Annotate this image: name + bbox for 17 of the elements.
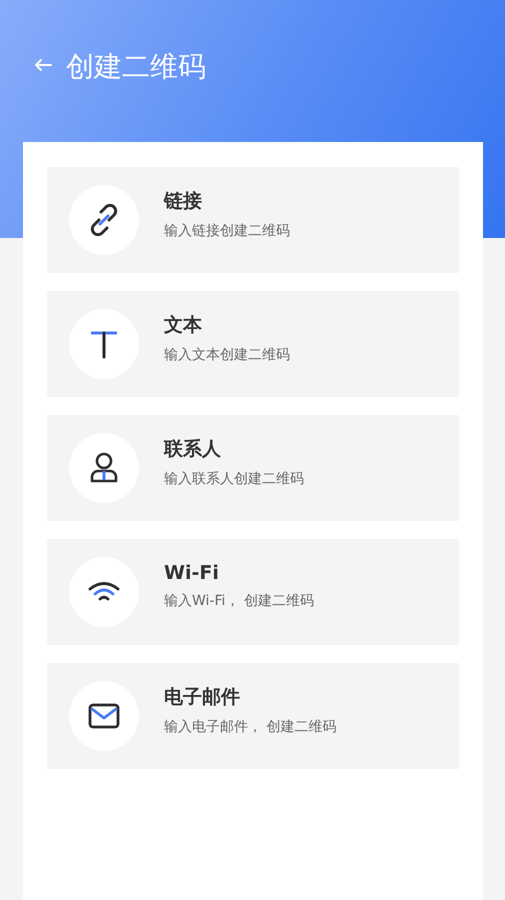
- option-description: 输入链接创建二维码: [164, 222, 290, 240]
- option-item[interactable]: 文本 输入文本创建二维码: [47, 291, 459, 397]
- page-title: 创建二维码: [66, 49, 206, 85]
- option-description: 输入电子邮件， 创建二维码: [164, 718, 336, 736]
- option-description: 输入文本创建二维码: [164, 346, 290, 364]
- option-title: 电子邮件: [164, 685, 241, 710]
- option-title: 链接: [164, 189, 203, 214]
- back-icon[interactable]: [34, 58, 52, 72]
- option-item[interactable]: 联系人 输入联系人创建二维码: [47, 415, 459, 521]
- option-item[interactable]: 链接 输入链接创建二维码: [47, 167, 459, 273]
- option-title: 联系人: [164, 437, 222, 462]
- option-title: 文本: [164, 313, 203, 338]
- option-item[interactable]: Wi-Fi 输入Wi-Fi， 创建二维码: [47, 539, 459, 645]
- option-title: Wi-Fi: [164, 562, 220, 584]
- option-item[interactable]: 电子邮件 输入电子邮件， 创建二维码: [47, 663, 459, 769]
- option-description: 输入联系人创建二维码: [164, 470, 304, 488]
- option-description: 输入Wi-Fi， 创建二维码: [164, 592, 314, 610]
